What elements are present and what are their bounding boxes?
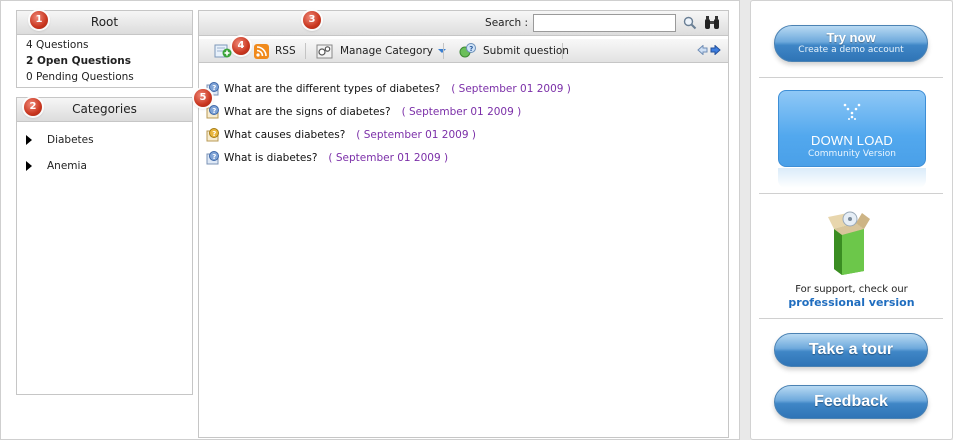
sidebar-divider [759,193,943,194]
rss-button[interactable]: RSS [254,42,296,60]
expand-arrow-icon[interactable] [26,161,32,171]
software-box-icon [828,211,870,275]
search-bar: Search : [199,11,728,36]
download-arrow-icon [843,103,861,120]
download-label: DOWN LOAD [811,133,893,148]
question-list: ? What are the different types of diabet… [205,77,571,169]
try-now-subtitle: Create a demo account [798,45,904,55]
submit-question-icon: ? [459,43,476,58]
support-text: For support, check our [795,284,908,295]
gear-icon [316,44,333,58]
sidebar-divider [759,318,943,319]
question-row[interactable]: ? What is diabetes? ( September 01 2009 … [205,146,571,169]
download-subtitle: Community Version [807,149,897,159]
add-question-button[interactable] [214,42,232,60]
question-date: ( September 01 2009 ) [401,105,522,118]
download-reflection [778,168,926,188]
question-row[interactable]: ? What are the different types of diabet… [205,77,571,100]
category-label: Diabetes [47,134,94,146]
question-title[interactable]: What causes diabetes? [224,129,345,141]
question-title[interactable]: What are the signs of diabetes? [224,106,391,118]
svg-text:?: ? [469,45,473,53]
tutorial-badge: 5 [194,89,212,107]
total-questions-count: 4 Questions [26,39,89,51]
tutorial-badge: 4 [232,37,250,55]
download-button[interactable]: DOWN LOAD Community Version [778,90,926,167]
manage-category-dropdown[interactable]: Manage Category [316,42,447,60]
take-tour-button[interactable]: Take a tour [774,333,928,367]
arrow-left-icon[interactable] [697,44,708,58]
magnifier-icon[interactable] [683,16,697,33]
question-date: ( September 01 2009 ) [451,82,571,95]
question-title[interactable]: What are the different types of diabetes… [224,83,440,95]
sidebar-divider [759,77,943,78]
submit-question-button[interactable]: ? Submit question [459,42,569,60]
category-item-diabetes[interactable]: Diabetes [17,127,192,153]
toolbar-divider [443,43,444,59]
take-tour-label: Take a tour [808,341,894,358]
toolbar-divider [562,43,563,59]
question-icon: ? [206,150,219,164]
question-row[interactable]: ? What causes diabetes? ( September 01 2… [205,123,571,146]
question-title[interactable]: What is diabetes? [224,152,317,164]
pending-questions-count[interactable]: 0 Pending Questions [17,69,192,85]
open-questions-count[interactable]: 2 Open Questions [17,53,192,69]
feedback-button[interactable]: Feedback [774,385,928,419]
arrow-right-icon[interactable] [710,44,721,58]
svg-text:?: ? [212,130,216,138]
tutorial-badge: 3 [303,11,321,29]
question-row[interactable]: ? What are the signs of diabetes? ( Sept… [205,100,571,123]
svg-text:?: ? [212,153,216,161]
submit-question-label: Submit question [483,45,569,57]
feedback-label: Feedback [814,393,888,410]
rss-label: RSS [275,45,296,57]
professional-version-link[interactable]: professional version [751,296,952,309]
promo-sidebar: Try now Create a demo account DOWN LOAD … [750,0,953,440]
search-label: Search : [485,17,528,29]
categories-panel-title: Categories [17,98,192,122]
categories-panel: Categories Diabetes Anemia [16,97,193,395]
manage-category-label: Manage Category [340,45,434,57]
toolbar-divider [305,43,306,59]
add-page-icon [214,44,232,58]
question-icon: ? [206,104,219,118]
category-item-anemia[interactable]: Anemia [17,153,192,179]
svg-text:?: ? [212,84,216,92]
svg-text:?: ? [212,107,216,115]
tutorial-badge: 2 [24,98,42,116]
try-now-label: Try now [826,30,876,45]
search-input[interactable] [533,14,676,32]
binoculars-icon[interactable] [704,15,720,33]
question-date: ( September 01 2009 ) [356,128,476,141]
rss-feed-icon [254,43,269,59]
category-label: Anemia [47,160,87,172]
question-icon: ? [206,127,219,141]
questions-panel: Search : RSS Manage Category ? Submit qu… [198,10,729,438]
try-now-button[interactable]: Try now Create a demo account [774,25,928,62]
question-date: ( September 01 2009 ) [328,151,449,164]
expand-arrow-icon[interactable] [26,135,32,145]
question-toolbar: RSS Manage Category ? Submit question [199,39,728,63]
tutorial-badge: 1 [30,11,48,29]
